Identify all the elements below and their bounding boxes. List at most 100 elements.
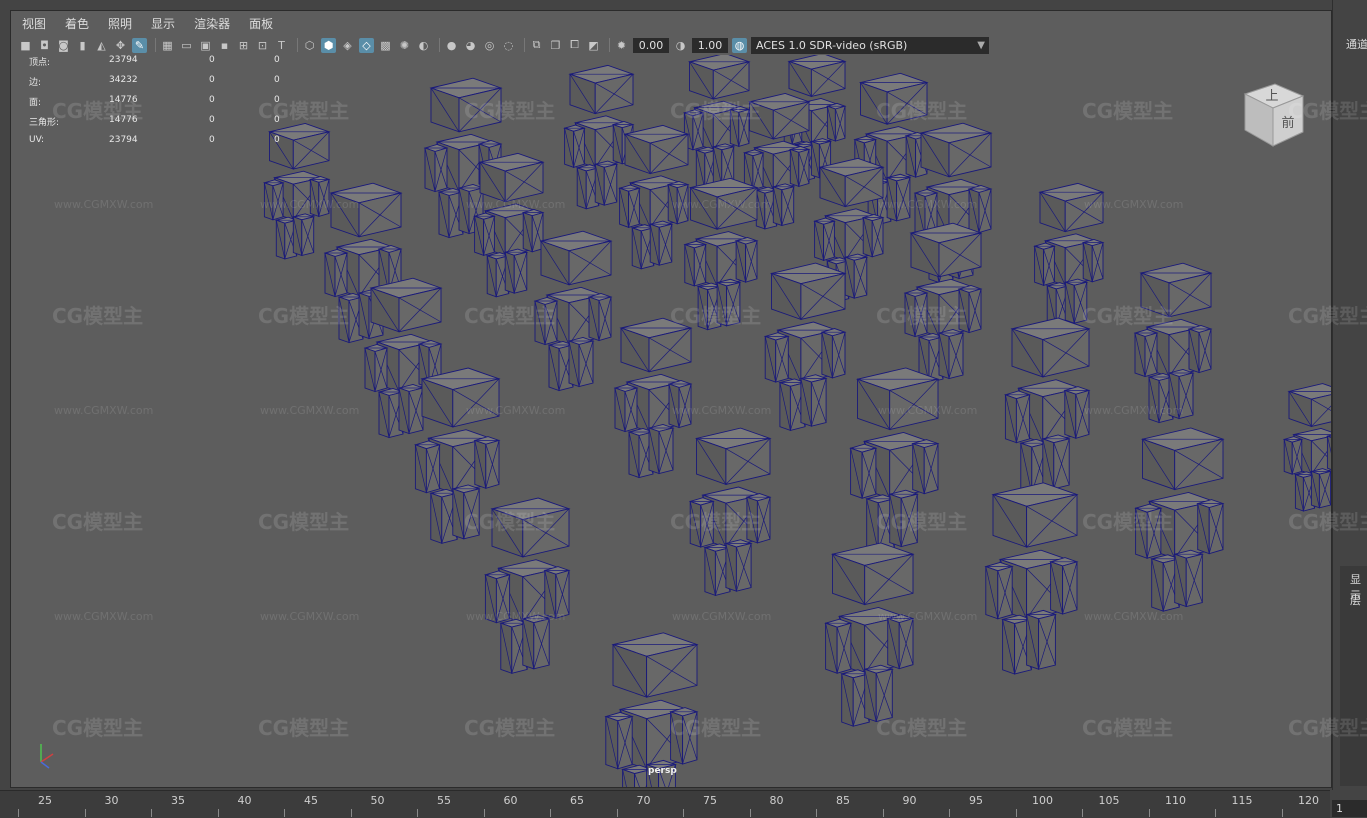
gate-mask-icon[interactable]: ▪ — [217, 38, 232, 53]
character-mesh[interactable] — [763, 262, 847, 432]
textured-icon[interactable]: ▩ — [378, 38, 393, 53]
time-slider[interactable] — [0, 790, 1330, 818]
safe-title-icon[interactable]: T — [274, 38, 289, 53]
hud-row-uvs: UV: 23794 0 0 — [29, 135, 314, 155]
viewport-menubar: 视图 着色 照明 显示 渲染器 面板 — [10, 13, 280, 33]
character-mesh[interactable] — [604, 632, 699, 787]
menu-show[interactable]: 显示 — [139, 13, 182, 33]
scene-view[interactable] — [11, 55, 1331, 787]
timeline-tick-label: 95 — [969, 794, 983, 807]
isolate-select-icon[interactable]: ⧉ — [529, 38, 544, 53]
camera-name-label: persp — [648, 766, 677, 776]
watermark-logo: CG模型主 — [670, 99, 762, 123]
watermark-url: www.CGMXW.com — [54, 404, 154, 417]
depth-of-field-icon[interactable]: ◌ — [501, 38, 516, 53]
grease-pencil-icon[interactable]: ✎ — [132, 37, 147, 53]
safe-action-icon[interactable]: ⊡ — [255, 38, 270, 53]
watermark-logo: CG模型主 — [670, 716, 762, 740]
hud-label: UV: — [29, 135, 45, 145]
timeline-tick-label: 110 — [1165, 794, 1186, 807]
toolbar-separator — [609, 38, 610, 52]
channel-box-tab[interactable]: 通道 — [1346, 36, 1367, 52]
timeline-tick-label: 80 — [769, 794, 784, 807]
character-mesh[interactable] — [1282, 383, 1331, 512]
lights-icon[interactable]: ✺ — [397, 38, 412, 53]
color-management-icon[interactable]: ◍ — [732, 37, 747, 53]
timeline-tick — [749, 809, 751, 817]
character-mesh[interactable] — [1003, 317, 1091, 494]
hud-label: 边: — [29, 78, 42, 88]
image-plane-icon[interactable]: ◭ — [94, 38, 109, 53]
xray-icon[interactable]: ❐ — [548, 38, 563, 53]
shadows-icon[interactable]: ◐ — [416, 38, 431, 53]
hud-label: 顶点: — [29, 58, 51, 68]
camera-lock-icon[interactable]: ◘ — [37, 38, 52, 53]
character-mesh[interactable] — [1133, 262, 1213, 424]
view-transform-value: ACES 1.0 SDR-video (sRGB) — [756, 38, 908, 52]
watermark-logo: CG模型主 — [1288, 304, 1367, 328]
timeline-tick — [284, 809, 285, 817]
resolution-gate-icon[interactable]: ▣ — [198, 38, 213, 53]
chevron-down-icon: ▼ — [977, 39, 985, 51]
watermark-logo: CG模型主 — [464, 716, 556, 740]
current-frame-field[interactable]: 1 — [1332, 800, 1367, 817]
motion-blur-icon[interactable]: ◕ — [463, 38, 478, 53]
anti-aliasing-icon[interactable]: ◎ — [482, 38, 497, 53]
character-mesh[interactable] — [613, 317, 693, 479]
bookmark-icon[interactable]: ▮ — [75, 38, 90, 53]
grid-icon[interactable]: ▦ — [160, 38, 175, 53]
smooth-shade-icon[interactable]: ⬢ — [321, 37, 336, 53]
watermark-logo: CG模型主 — [1288, 510, 1367, 534]
timeline-tick-label: 45 — [304, 794, 318, 807]
timeline-tick — [1148, 809, 1150, 817]
timeline-tick — [1215, 809, 1216, 817]
timeline-tick — [550, 809, 551, 817]
wireframe-on-shaded-icon[interactable]: ◇ — [359, 37, 374, 53]
toolbar-separator — [297, 38, 298, 52]
film-gate-icon[interactable]: ▭ — [179, 38, 194, 53]
field-chart-icon[interactable]: ⊞ — [236, 38, 251, 53]
layer-menu[interactable]: 层 — [1350, 592, 1361, 608]
watermark-logo: CG模型主 — [258, 99, 350, 123]
pan-zoom-icon[interactable]: ✥ — [113, 38, 128, 53]
xray-joints-icon[interactable]: ⧠ — [567, 38, 582, 53]
camera-icon[interactable]: ■ — [18, 38, 33, 53]
timeline-tick — [616, 809, 618, 817]
menu-panels[interactable]: 面板 — [237, 13, 280, 33]
watermark-url: www.CGMXW.com — [1084, 198, 1184, 211]
menu-lighting[interactable]: 照明 — [96, 13, 139, 33]
watermark-url: www.CGMXW.com — [672, 610, 772, 623]
hud-value: 34232 — [109, 75, 138, 85]
timeline-tick-label: 90 — [902, 794, 917, 807]
hud-value: 0 — [274, 135, 280, 145]
watermark-logo: CG模型主 — [670, 510, 762, 534]
timeline-tick — [882, 809, 884, 817]
hud-value: 23794 — [109, 135, 138, 145]
watermark-logo: CG模型主 — [1288, 99, 1367, 123]
exposure-icon[interactable]: ✹ — [614, 38, 629, 53]
timeline-tick-label: 50 — [370, 794, 385, 807]
watermark-logo: CG模型主 — [464, 304, 556, 328]
screen-space-ao-icon[interactable]: ● — [444, 38, 459, 53]
backface-icon[interactable]: ◩ — [586, 38, 601, 53]
character-mesh[interactable] — [473, 152, 545, 298]
gamma-field[interactable]: 1.00 — [692, 37, 728, 53]
timeline-tick-label: 75 — [703, 794, 717, 807]
menu-renderer[interactable]: 渲染器 — [182, 13, 237, 33]
character-mesh[interactable] — [824, 542, 915, 727]
timeline-tick-label: 30 — [104, 794, 119, 807]
watermark-url: www.CGMXW.com — [672, 404, 772, 417]
timeline-tick — [1082, 809, 1083, 817]
view-transform-select[interactable]: ACES 1.0 SDR-video (sRGB) ▼ — [751, 36, 989, 54]
menu-shading[interactable]: 着色 — [53, 13, 96, 33]
exposure-field[interactable]: 0.00 — [633, 37, 669, 53]
wireframe-icon[interactable]: ⬡ — [302, 38, 317, 53]
watermark-url: www.CGMXW.com — [260, 610, 360, 623]
axis-z-line — [40, 761, 50, 769]
watermark-logo: CG模型主 — [876, 304, 968, 328]
gamma-icon[interactable]: ◑ — [673, 38, 688, 53]
character-mesh[interactable] — [984, 482, 1079, 675]
menu-view[interactable]: 视图 — [10, 13, 53, 33]
camera-attr-icon[interactable]: ◙ — [56, 38, 71, 53]
default-material-icon[interactable]: ◈ — [340, 38, 355, 53]
